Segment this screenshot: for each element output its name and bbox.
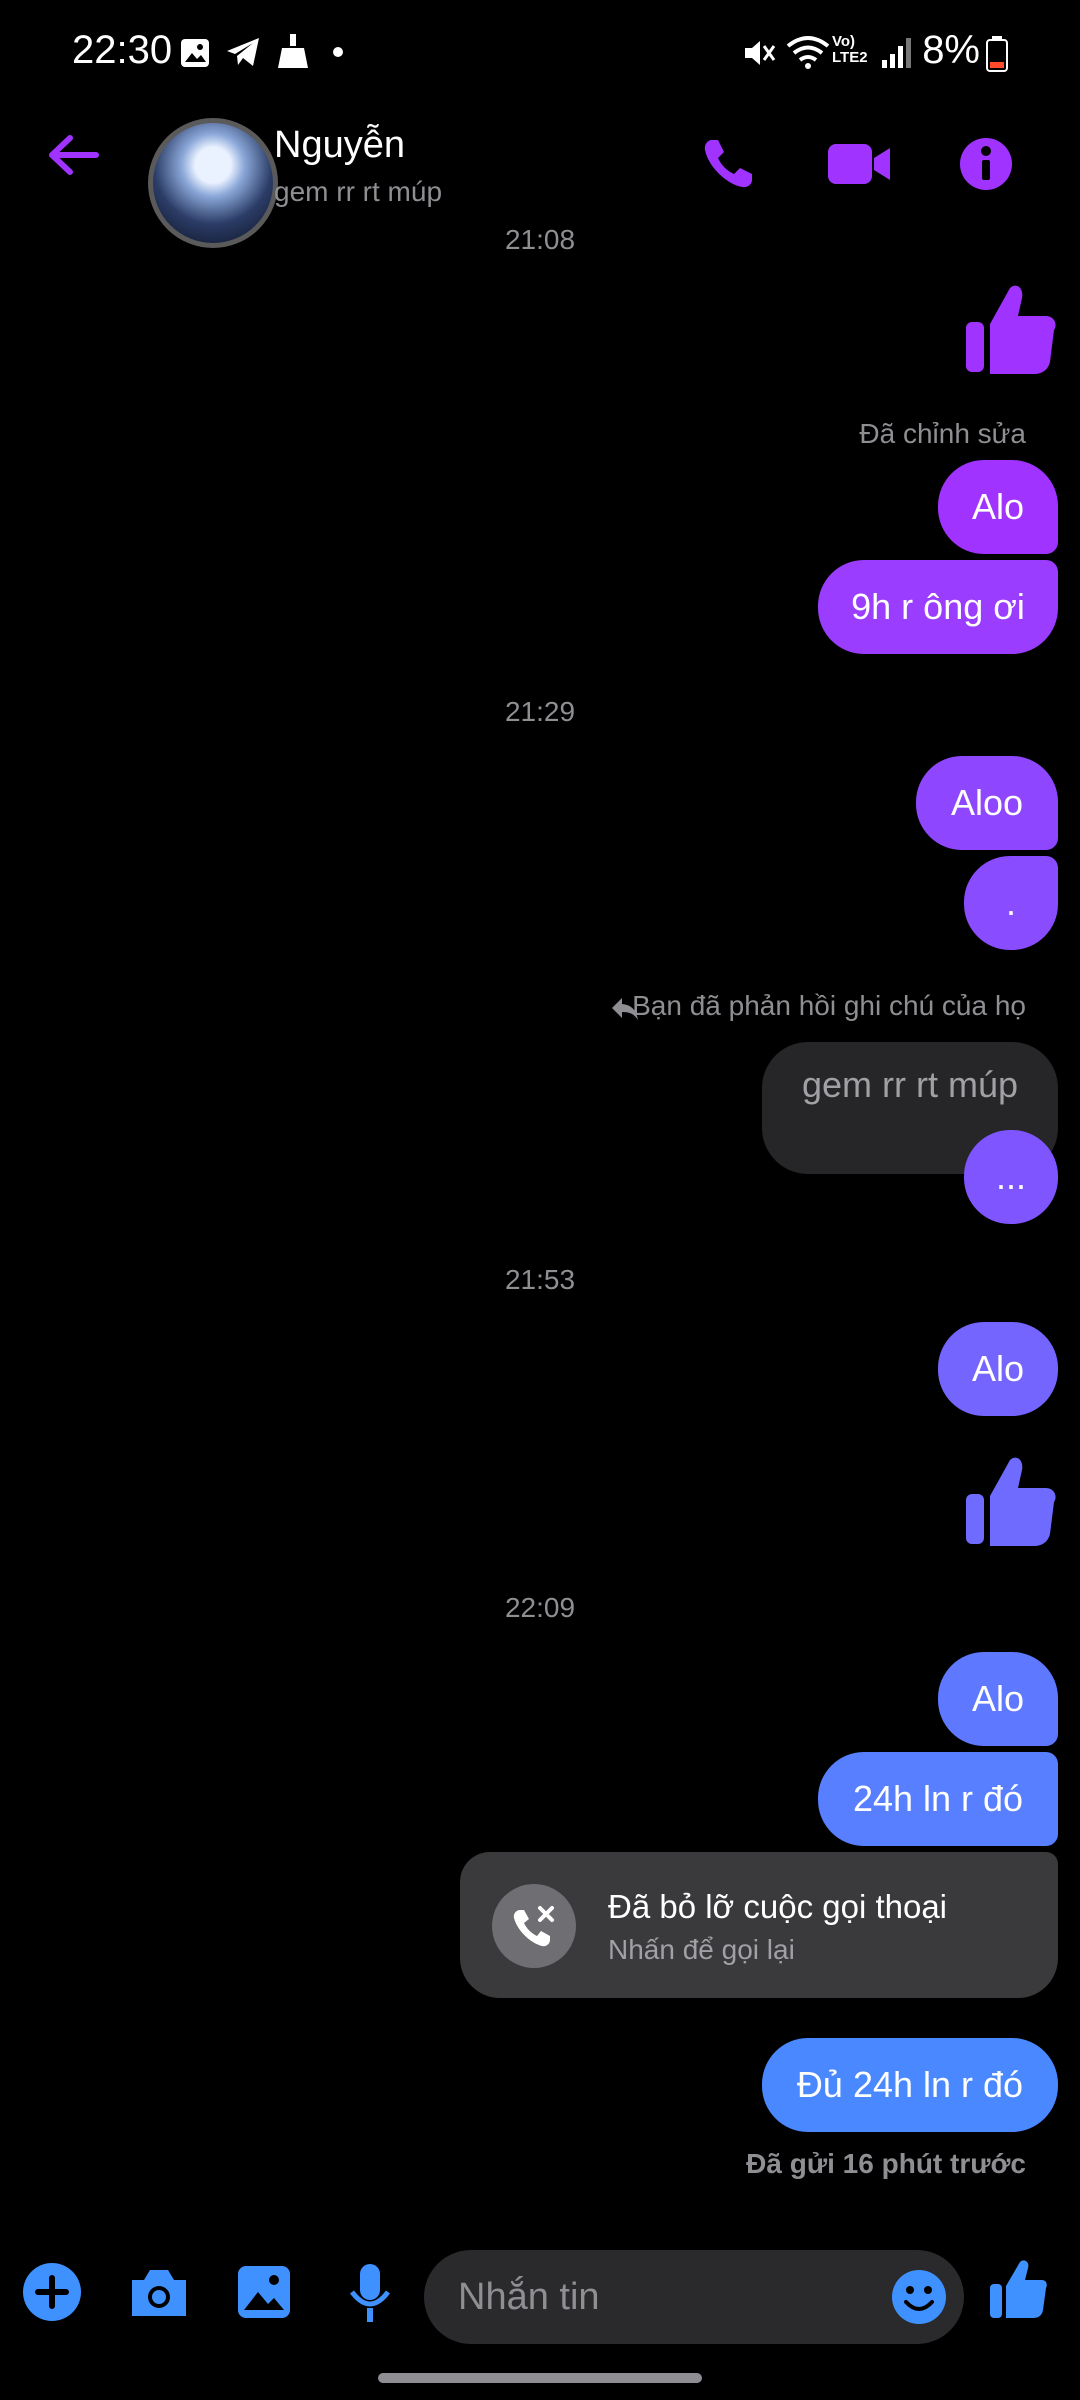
timestamp-partial: 21:08: [504, 224, 576, 254]
video-call-icon[interactable]: [826, 142, 892, 186]
message-bubble[interactable]: Alo: [938, 1652, 1058, 1746]
info-icon[interactable]: [958, 136, 1014, 192]
status-bar: 22:30 Vo) LTE2 8%: [0, 0, 1080, 100]
message-bubble[interactable]: Alo: [938, 460, 1058, 554]
cleaner-notification-icon: [278, 34, 308, 68]
missed-call-icon: [513, 1906, 554, 1947]
battery-icon: [986, 36, 1008, 72]
status-time: 22:30: [72, 28, 173, 72]
like-sticker-icon[interactable]: [962, 1454, 1058, 1550]
message-bubble[interactable]: 24h ln r đó: [818, 1752, 1058, 1846]
back-arrow-icon[interactable]: [44, 130, 104, 180]
mute-icon: [745, 41, 776, 65]
signal-icon: [882, 38, 911, 68]
camera-icon[interactable]: [128, 2266, 190, 2320]
message-bubble[interactable]: 9h r ông ơi: [818, 560, 1058, 654]
voice-call-icon[interactable]: [700, 136, 756, 192]
battery-percent: 8%: [922, 28, 980, 72]
reply-label: Bạn đã phản hồi ghi chú của họ: [632, 990, 1026, 1021]
home-indicator[interactable]: [378, 2373, 702, 2383]
message-bubble[interactable]: .: [964, 856, 1058, 950]
missed-call-icon-circle: [492, 1884, 576, 1968]
timestamp: 22:09: [504, 1592, 576, 1623]
contact-status-note: gem rr rt múp: [274, 176, 443, 207]
message-bubble[interactable]: ...: [964, 1130, 1058, 1224]
notification-dot-icon: [333, 47, 343, 57]
sent-status: Đã gửi 16 phút trước: [746, 2148, 1026, 2179]
volte-label: Vo) LTE2: [832, 33, 868, 66]
like-sticker-icon[interactable]: [962, 282, 1058, 378]
message-bubble[interactable]: Aloo: [916, 756, 1058, 850]
message-bubble[interactable]: Alo: [938, 1322, 1058, 1416]
emoji-icon[interactable]: [890, 2268, 948, 2326]
like-send-icon[interactable]: [988, 2258, 1048, 2322]
message-input-placeholder: Nhắn tin: [458, 2275, 600, 2318]
microphone-icon[interactable]: [348, 2262, 392, 2324]
edited-label: Đã chỉnh sửa: [859, 418, 1026, 449]
timestamp: 21:29: [504, 696, 576, 727]
telegram-notification-icon: [227, 38, 259, 66]
gallery-icon[interactable]: [236, 2264, 292, 2320]
contact-name[interactable]: Nguyễn: [274, 124, 405, 167]
missed-call-title: Đã bỏ lỡ cuộc gọi thoại: [608, 1888, 948, 1925]
add-plus-icon[interactable]: [22, 2262, 82, 2322]
timestamp: 21:53: [504, 1264, 576, 1295]
gallery-notification-icon: [181, 39, 209, 67]
missed-call-card[interactable]: Đã bỏ lỡ cuộc gọi thoại Nhấn để gọi lại: [460, 1852, 1058, 1998]
message-bubble[interactable]: Đủ 24h ln r đó: [762, 2038, 1058, 2132]
missed-call-subtitle: Nhấn để gọi lại: [608, 1934, 795, 1965]
wifi-icon: [786, 36, 830, 69]
message-input[interactable]: Nhắn tin: [424, 2250, 964, 2344]
